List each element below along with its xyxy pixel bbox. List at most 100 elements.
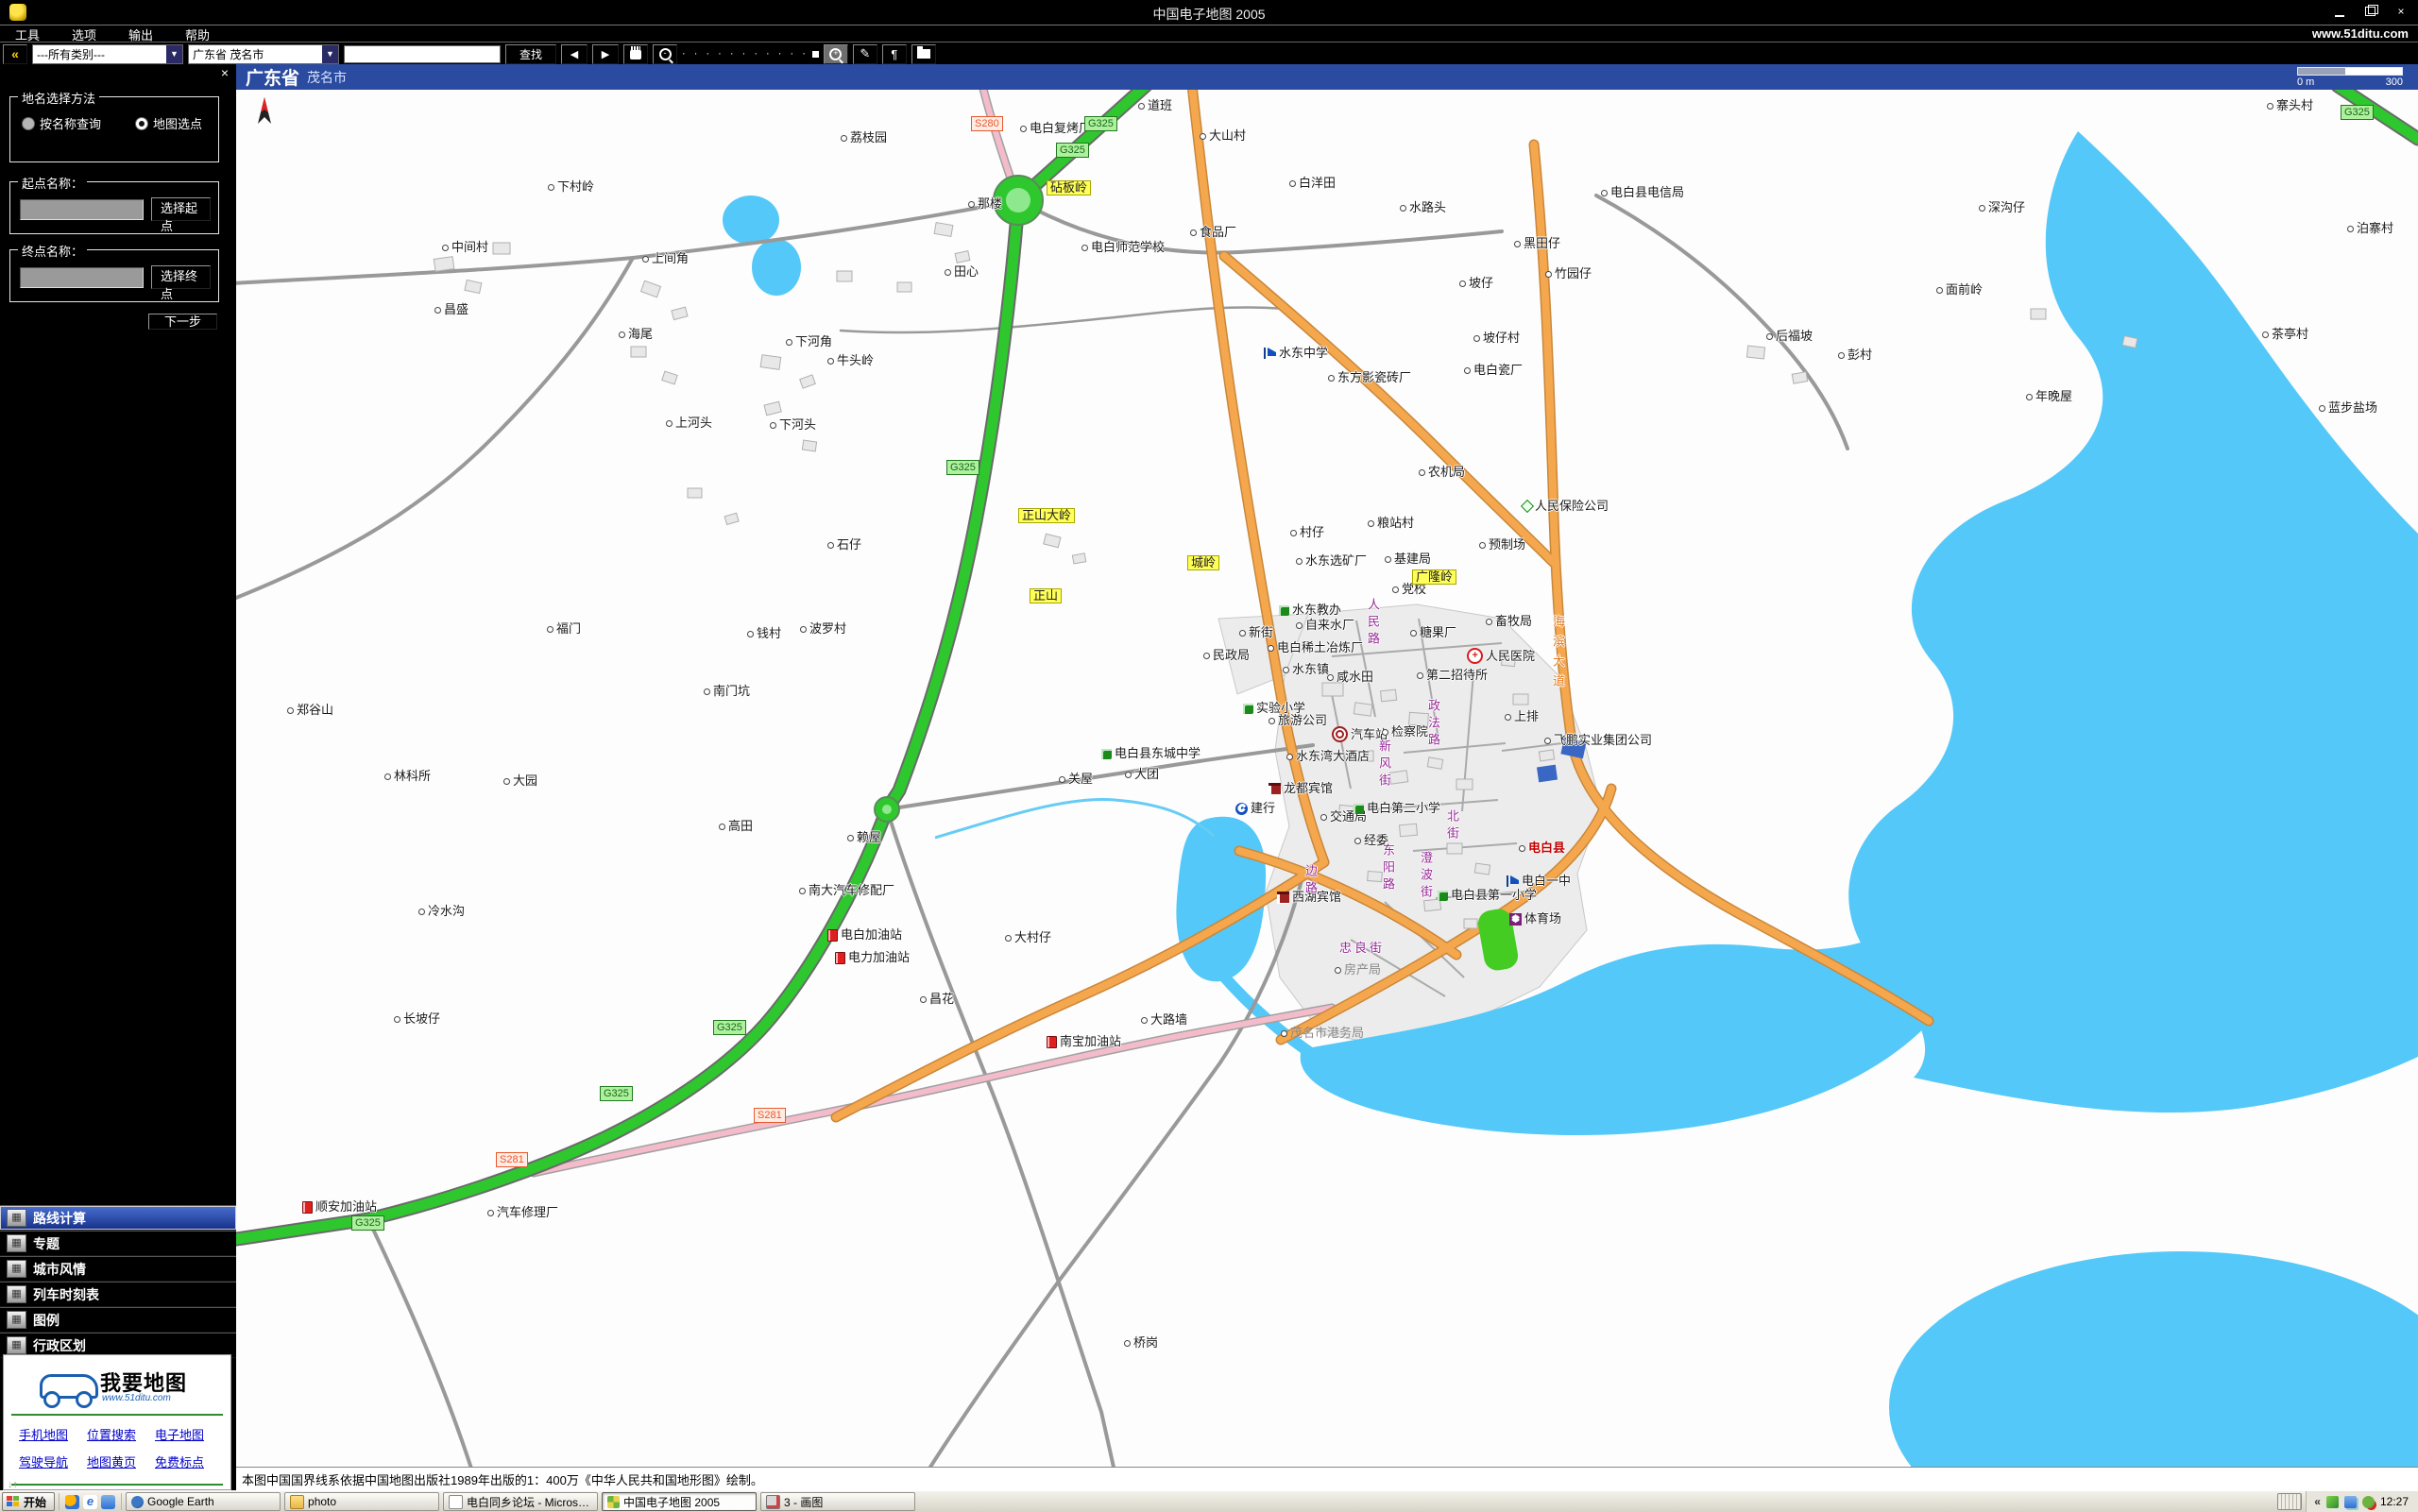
toolbar: « ---所有类别--- ▼ 广东省 茂名市 ▼ 查找 ◀ ▶ - · · · … [0, 42, 2418, 66]
promo-link[interactable]: 驾驶导航 [19, 1453, 83, 1470]
menu-item[interactable]: 输出 [128, 25, 153, 43]
quick-launch-icon[interactable] [101, 1495, 115, 1509]
sidebar-nav-item[interactable]: ▦ 列车时刻表 [0, 1282, 236, 1307]
app-icon [9, 4, 26, 21]
find-button[interactable]: 查找 [505, 44, 556, 64]
menu-item[interactable]: 工具 [15, 25, 40, 43]
map-label-text: 人民保险公司 [1535, 500, 1609, 513]
tray-collapse-icon[interactable]: « [2314, 1495, 2321, 1508]
map-label-text: 波罗村 [809, 622, 846, 636]
radio-option[interactable]: 按名称查询 [22, 114, 101, 132]
sidebar-footer-icons[interactable]: ↓↑ [8, 1479, 18, 1490]
map-poi-icon [394, 1016, 400, 1023]
pushpin-icon[interactable]: ¶ [882, 44, 907, 64]
map-label-text: 上河头 [675, 416, 712, 430]
map-label: 南门坑 [704, 685, 750, 698]
menu-bar: 工具 选项 输出 帮助 [0, 25, 2418, 42]
zoom-slider[interactable]: · · · · · · · · · · · [682, 48, 819, 59]
radio-option[interactable]: 地图选点 [135, 114, 202, 132]
menu-item[interactable]: 帮助 [185, 25, 210, 43]
sidebar-nav-item[interactable]: ▦ 图例 [0, 1307, 236, 1333]
open-folder-icon[interactable] [911, 44, 936, 64]
map-label-text: 荔枝园 [850, 131, 887, 144]
map-poi-icon [800, 626, 807, 633]
choose-start-button[interactable]: 选择起点 [151, 197, 211, 221]
map-label: 龙都宾馆 [1269, 782, 1333, 795]
map-label-text: 体育场 [1524, 912, 1561, 926]
quick-launch-icon[interactable] [65, 1495, 79, 1509]
sidebar-nav-item[interactable]: ▦ 专题 [0, 1231, 236, 1256]
start-button[interactable]: 开始 [2, 1492, 55, 1511]
end-name-field[interactable] [20, 267, 144, 288]
restore-button[interactable] [2361, 5, 2380, 19]
map-label-text: 下村岭 [557, 180, 594, 194]
region-dropdown[interactable]: 广东省 茂名市 ▼ [188, 44, 339, 64]
promo-link[interactable]: 免费标点 [155, 1453, 219, 1470]
measure-pencil-icon[interactable]: ✎ [853, 44, 877, 64]
zoom-out-icon[interactable]: - [653, 44, 677, 64]
zoom-slider-thumb[interactable] [812, 51, 819, 58]
nav-item-icon: ▦ [7, 1336, 26, 1354]
map-label-text: 茶亭村 [2272, 328, 2308, 341]
choose-end-button[interactable]: 选择终点 [151, 265, 211, 289]
promo-link[interactable]: 手机地图 [19, 1425, 83, 1443]
quick-launch-icon[interactable]: e [83, 1495, 97, 1509]
map-poi-icon [1766, 333, 1773, 340]
map-label-text: 新街 [1249, 626, 1273, 639]
next-step-button[interactable]: 下一步 [148, 314, 217, 330]
collapse-sidebar-button[interactable]: « [3, 44, 27, 64]
taskbar-task[interactable]: photo [284, 1492, 439, 1511]
promo-link[interactable]: 电子地图 [155, 1425, 219, 1443]
scale-bar [2297, 67, 2403, 76]
keyboard-layout-icon[interactable] [2277, 1493, 2302, 1510]
panel-close-icon[interactable]: × [221, 65, 229, 80]
back-button[interactable]: ◀ [561, 44, 587, 64]
search-input[interactable] [344, 45, 501, 63]
map-poi-icon [666, 420, 673, 427]
map-label-text: 水东教办 [1292, 603, 1341, 617]
category-dropdown[interactable]: ---所有类别--- ▼ [32, 44, 183, 64]
taskbar-task[interactable]: 中国电子地图 2005 [602, 1492, 757, 1511]
menu-item[interactable]: 选项 [72, 25, 96, 43]
map-poi-icon [1601, 190, 1608, 196]
chevron-down-icon[interactable]: ▼ [322, 45, 338, 63]
offline-globe-icon[interactable] [2362, 1496, 2375, 1508]
map-label: 下河头 [770, 418, 816, 432]
map-label: 新风街 [1377, 739, 1390, 790]
map-canvas[interactable]: 下村岭 中间村 上间角 昌盛 海尾 下河角 牛头岭 [236, 90, 2418, 1467]
promo-link[interactable]: 地图黄页 [87, 1453, 151, 1470]
minimize-button[interactable] [2331, 5, 2350, 19]
start-label: 开始 [24, 1494, 46, 1510]
map-poi-icon [1101, 749, 1112, 759]
radio-icon[interactable] [135, 117, 148, 130]
sidebar-nav-item[interactable]: ▦ 路线计算 [0, 1205, 236, 1231]
taskbar-task[interactable]: Google Earth [126, 1492, 281, 1511]
chevron-down-icon[interactable]: ▼ [166, 45, 182, 63]
map-label: 大团 [1125, 768, 1159, 781]
sidebar-nav-item[interactable]: ▦ 城市风情 [0, 1256, 236, 1282]
promo-link[interactable]: 位置搜索 [87, 1425, 151, 1443]
map-label: 电白稀土冶炼厂 [1268, 641, 1363, 654]
map-label: G325 [351, 1215, 384, 1231]
taskbar-task[interactable]: 3 - 画图 [760, 1492, 915, 1511]
close-button[interactable]: × [2392, 5, 2410, 19]
forward-button[interactable]: ▶ [592, 44, 619, 64]
zoom-in-icon[interactable]: + [824, 44, 848, 64]
map-label-text: 长坡仔 [403, 1012, 440, 1026]
map-label-text: 黑田仔 [1524, 237, 1560, 250]
map-label: 高田 [719, 820, 753, 833]
antivirus-icon[interactable] [2326, 1496, 2339, 1508]
map-label-text: 大山村 [1209, 129, 1246, 143]
map-label: 畜牧局 [1486, 615, 1532, 628]
pan-hand-icon[interactable] [623, 44, 648, 64]
start-name-field[interactable] [20, 199, 144, 220]
network-icon[interactable] [2344, 1496, 2357, 1508]
map-label: G325 [600, 1086, 633, 1101]
map-poi-icon [920, 996, 927, 1003]
radio-icon[interactable] [22, 117, 35, 130]
nav-item-label: 专题 [33, 1234, 60, 1253]
map-poi-icon [1385, 556, 1391, 563]
map-label-text: 人民医院 [1486, 650, 1535, 663]
taskbar-task[interactable]: 电白同乡论坛 - Microso... [443, 1492, 598, 1511]
map-label: 牛头岭 [827, 354, 874, 367]
